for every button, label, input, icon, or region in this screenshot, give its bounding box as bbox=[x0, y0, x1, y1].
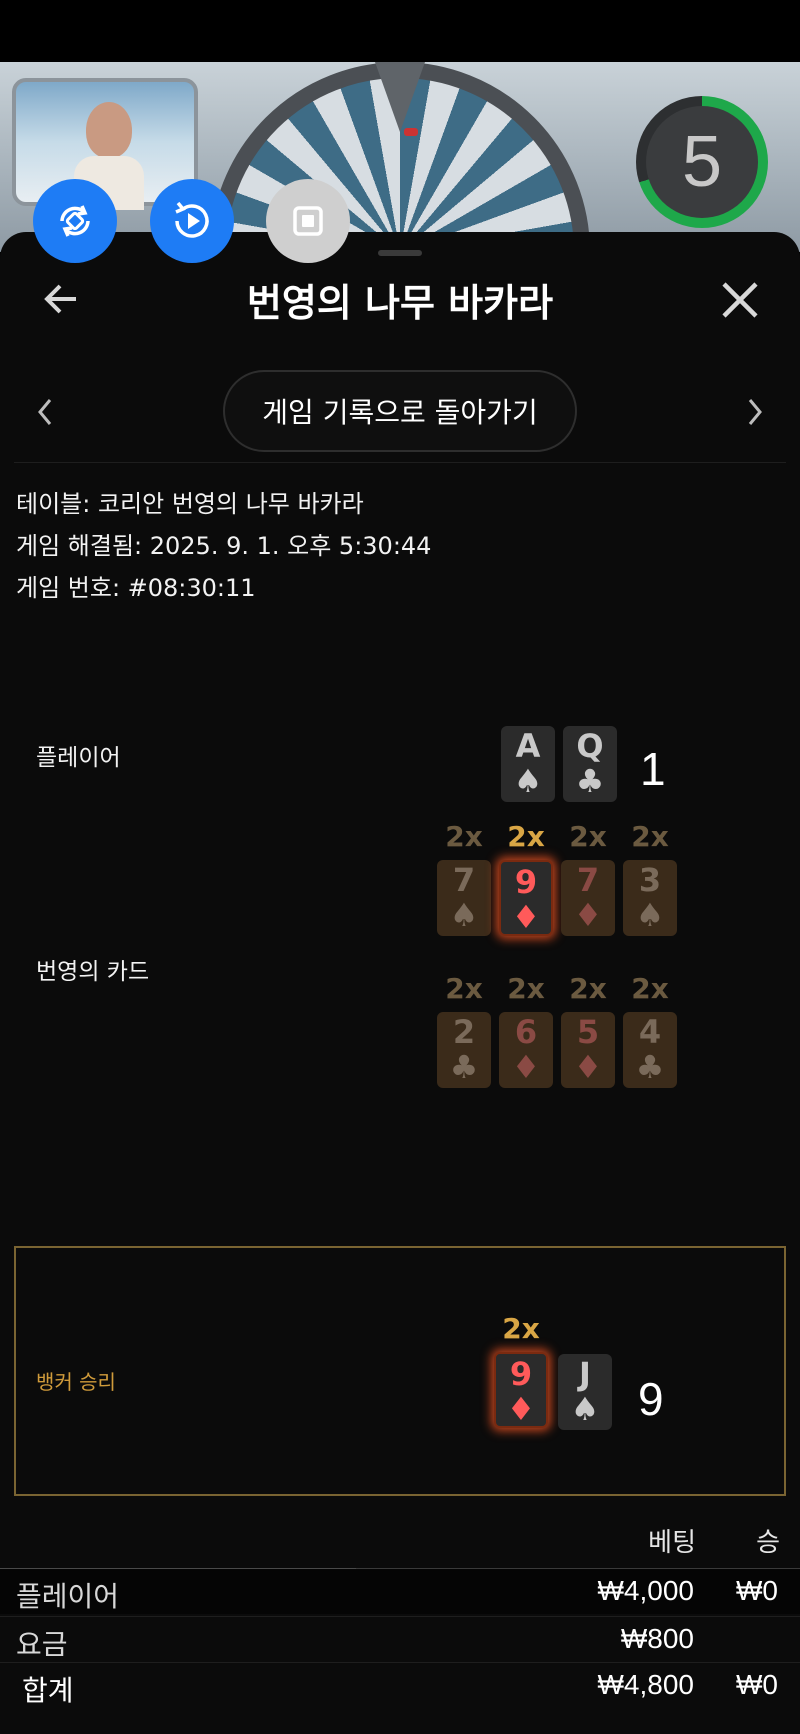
card-suit: ♦ bbox=[511, 898, 541, 936]
card-rank: 7 bbox=[452, 861, 476, 899]
card-rank: 3 bbox=[638, 861, 662, 899]
table-name: 테이블: 코리안 번영의 나무 바카라 bbox=[16, 490, 364, 518]
card-suit: ♠ bbox=[570, 1390, 600, 1428]
multiplier-label: 2x bbox=[631, 972, 669, 1005]
rotate-icon bbox=[60, 205, 90, 237]
player-score: 1 bbox=[640, 743, 666, 795]
card-rank: A bbox=[515, 727, 541, 765]
fortune-cards-label: 번영의 카드 bbox=[36, 959, 150, 985]
multiplier-label: 2x bbox=[569, 972, 607, 1005]
stop-button[interactable] bbox=[266, 179, 350, 263]
next-game-button[interactable] bbox=[740, 392, 770, 432]
countdown-value: 5 bbox=[646, 106, 758, 218]
card-rank: 2 bbox=[452, 1013, 476, 1051]
multiplier-label: 2x bbox=[507, 820, 545, 853]
fortune-card: 3 ♠ bbox=[623, 860, 677, 936]
table-row: 플레이어 ₩4,000 ₩0 bbox=[0, 1568, 800, 1614]
chevron-right-icon bbox=[748, 399, 762, 425]
banker-win-highlight bbox=[14, 1246, 786, 1496]
sheet-title: 번영의 나무 바카라 bbox=[246, 281, 554, 325]
divider bbox=[0, 1568, 356, 1569]
card-suit: ♠ bbox=[449, 896, 479, 934]
fortune-card: 2 ♣ bbox=[437, 1012, 491, 1088]
card-suit: ♣ bbox=[635, 1048, 665, 1086]
card-rank: 4 bbox=[638, 1013, 662, 1051]
card-rank: J bbox=[579, 1355, 591, 1393]
player-label: 플레이어 bbox=[36, 745, 121, 771]
previous-game-button[interactable] bbox=[30, 392, 60, 432]
fortune-card: 6 ♦ bbox=[499, 1012, 553, 1088]
player-card-1: A ♠ bbox=[501, 726, 555, 802]
table-row: 요금 ₩800 bbox=[0, 1616, 800, 1662]
multiplier-label: 2x bbox=[445, 820, 483, 853]
wheel-pointer-tip bbox=[404, 128, 418, 136]
card-rank: 5 bbox=[576, 1013, 600, 1051]
wheel-pointer bbox=[375, 62, 425, 132]
card-suit: ♣ bbox=[575, 762, 605, 800]
sheet-drag-handle[interactable] bbox=[378, 250, 422, 256]
player-card-2: Q ♣ bbox=[563, 726, 617, 802]
card-suit: ♣ bbox=[449, 1048, 479, 1086]
multiplier-label: 2x bbox=[569, 820, 607, 853]
row-label: 요금 bbox=[16, 1628, 68, 1661]
card-rank: 9 bbox=[509, 1355, 533, 1393]
row-win: ₩0 bbox=[736, 1669, 778, 1700]
back-to-history-button[interactable]: 게임 기록으로 돌아가기 bbox=[223, 370, 577, 452]
row-bet: ₩800 bbox=[620, 1623, 694, 1654]
card-suit: ♦ bbox=[573, 896, 603, 934]
game-resolved-time: 게임 해결됨: 2025. 9. 1. 오후 5:30:44 bbox=[16, 532, 432, 560]
back-button[interactable] bbox=[36, 274, 86, 324]
fortune-card: 7 ♦ bbox=[561, 860, 615, 936]
row-bet: ₩4,800 bbox=[597, 1669, 695, 1700]
multiplier-label: 2x bbox=[507, 972, 545, 1005]
card-rank: 7 bbox=[576, 861, 600, 899]
row-bet: ₩4,000 bbox=[597, 1575, 695, 1606]
card-suit: ♠ bbox=[513, 762, 543, 800]
rotate-screen-button[interactable] bbox=[33, 179, 117, 263]
column-header-bet: 베팅 bbox=[648, 1528, 696, 1558]
banker-card-1: 9 ♦ bbox=[494, 1352, 548, 1428]
row-win: ₩0 bbox=[736, 1575, 778, 1606]
game-detail-sheet: 번영의 나무 바카라 게임 기록으로 돌아가기 테이블: 코리안 번영의 나무 … bbox=[0, 232, 800, 1734]
countdown-timer: 5 bbox=[636, 96, 768, 228]
card-rank: Q bbox=[576, 727, 604, 765]
status-bar bbox=[0, 0, 800, 62]
table-row-total: 합계 ₩4,800 ₩0 bbox=[0, 1662, 800, 1708]
column-header-win: 승 bbox=[756, 1528, 780, 1558]
row-label: 플레이어 bbox=[16, 1580, 120, 1613]
card-rank: 6 bbox=[514, 1013, 538, 1051]
arrow-left-icon bbox=[44, 284, 76, 314]
fortune-card: 7 ♠ bbox=[437, 860, 491, 936]
multiplier-label: 2x bbox=[502, 1312, 540, 1345]
multiplier-label: 2x bbox=[631, 820, 669, 853]
game-number: 게임 번호: #08:30:11 bbox=[16, 574, 256, 602]
banker-score: 9 bbox=[638, 1373, 664, 1425]
close-icon bbox=[722, 282, 758, 318]
dealer-face bbox=[86, 102, 132, 158]
replay-icon bbox=[175, 201, 209, 238]
fortune-card-highlighted: 9 ♦ bbox=[499, 860, 553, 936]
close-button[interactable] bbox=[716, 276, 764, 324]
replay-button[interactable] bbox=[150, 179, 234, 263]
card-suit: ♦ bbox=[573, 1048, 603, 1086]
fortune-card: 5 ♦ bbox=[561, 1012, 615, 1088]
fortune-card: 4 ♣ bbox=[623, 1012, 677, 1088]
card-rank: 9 bbox=[514, 863, 538, 901]
chevron-left-icon bbox=[38, 399, 52, 425]
card-suit: ♠ bbox=[635, 896, 665, 934]
divider bbox=[14, 462, 786, 463]
card-suit: ♦ bbox=[511, 1048, 541, 1086]
banker-win-label: 뱅커 승리 bbox=[36, 1370, 116, 1394]
multiplier-label: 2x bbox=[445, 972, 483, 1005]
row-label: 합계 bbox=[22, 1674, 74, 1707]
card-suit: ♦ bbox=[506, 1390, 536, 1428]
stop-icon bbox=[293, 206, 323, 236]
banker-card-2: J ♠ bbox=[558, 1354, 612, 1430]
